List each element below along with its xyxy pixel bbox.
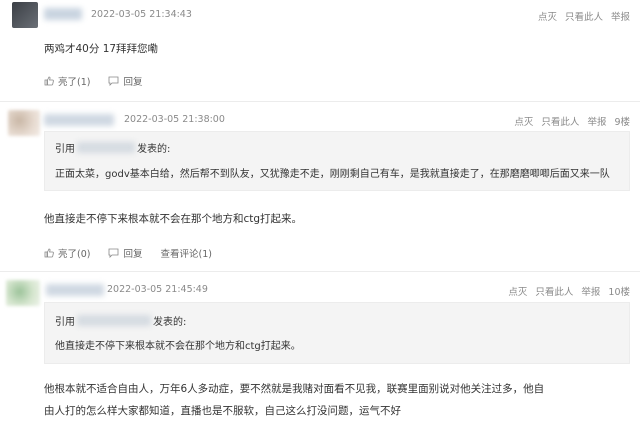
report-link[interactable]: 举报 xyxy=(581,287,600,298)
quote-header: 引用 发表的: xyxy=(55,140,170,155)
like-button[interactable]: 亮了(1) xyxy=(44,74,90,88)
avatar[interactable] xyxy=(8,110,40,136)
floor-number: 10楼 xyxy=(608,287,630,298)
comment-icon xyxy=(109,76,119,86)
quote-prefix: 引用 xyxy=(55,317,75,328)
post-toolbar: 亮了(0) 回复 查看评论(1) xyxy=(44,246,230,260)
divider xyxy=(0,271,640,272)
post-content: 他直接走不停下来根本就不会在那个地方和ctg打起来。 xyxy=(44,213,303,225)
timestamp: 2022-03-05 21:38:00 xyxy=(124,114,225,125)
quote-block: 引用 发表的: 正面太菜，godv基本白给，然后帮不到队友，又犹豫走不走，刚刚剩自… xyxy=(44,131,630,191)
like-label: 亮了(1) xyxy=(58,77,91,88)
quote-suffix: 发表的: xyxy=(153,317,187,328)
dislike-link[interactable]: 点灭 xyxy=(514,117,533,128)
reply-button[interactable]: 回复 xyxy=(108,74,142,88)
quote-body: 正面太菜，godv基本白给，然后帮不到队友，又犹豫走不走，刚刚剩自己有车，是我就… xyxy=(55,169,610,180)
quote-prefix: 引用 xyxy=(55,144,75,155)
quote-header: 引用 发表的: xyxy=(55,313,186,328)
quote-body: 他直接走不停下来根本就不会在那个地方和ctg打起来。 xyxy=(55,341,301,352)
comment-icon xyxy=(109,248,119,258)
only-this-user-link[interactable]: 只看此人 xyxy=(565,12,603,23)
quote-block: 引用 发表的: 他直接走不停下来根本就不会在那个地方和ctg打起来。 xyxy=(44,302,630,364)
dislike-link[interactable]: 点灭 xyxy=(508,287,527,298)
like-label: 亮了(0) xyxy=(58,249,91,260)
username-blurred[interactable] xyxy=(46,284,104,296)
timestamp: 2022-03-05 21:34:43 xyxy=(91,9,192,20)
avatar[interactable] xyxy=(6,280,40,306)
report-link[interactable]: 举报 xyxy=(611,12,630,23)
reply-label: 回复 xyxy=(123,77,143,88)
view-comments-link[interactable]: 查看评论(1) xyxy=(160,246,211,260)
reply-label: 回复 xyxy=(123,249,143,260)
divider xyxy=(0,101,640,102)
post-actions: 点灭 只看此人 举报 9楼 xyxy=(506,114,630,128)
reply-button[interactable]: 回复 xyxy=(108,246,142,260)
timestamp: 2022-03-05 21:45:49 xyxy=(107,284,208,295)
post-content-line-1: 他根本就不适合自由人，万年6人多动症，要不然就是我赌对面看不见我，联赛里面别说对… xyxy=(44,383,545,395)
username-blurred[interactable] xyxy=(44,114,114,126)
avatar[interactable] xyxy=(12,2,38,28)
post-content-line-2: 由人打的怎么样大家都知道，直播也是不服软，自己这么打没问题，运气不好 xyxy=(44,405,401,417)
post-content: 两鸡才40分 17拜拜您嘞 xyxy=(44,43,159,55)
dislike-link[interactable]: 点灭 xyxy=(538,12,557,23)
only-this-user-link[interactable]: 只看此人 xyxy=(535,287,573,298)
only-this-user-link[interactable]: 只看此人 xyxy=(541,117,579,128)
post-actions: 点灭 只看此人 举报 10楼 xyxy=(500,284,630,298)
quoted-username-blurred[interactable] xyxy=(77,142,135,153)
floor-number: 9楼 xyxy=(614,117,630,128)
quote-suffix: 发表的: xyxy=(137,144,171,155)
post-toolbar: 亮了(1) 回复 xyxy=(44,74,160,88)
post-actions: 点灭 只看此人 举报 xyxy=(530,9,630,23)
quoted-username-blurred[interactable] xyxy=(77,315,151,326)
username-blurred[interactable] xyxy=(44,8,82,20)
report-link[interactable]: 举报 xyxy=(587,117,606,128)
like-button[interactable]: 亮了(0) xyxy=(44,246,90,260)
thumbs-up-icon xyxy=(44,248,54,258)
thumbs-up-icon xyxy=(44,76,54,86)
